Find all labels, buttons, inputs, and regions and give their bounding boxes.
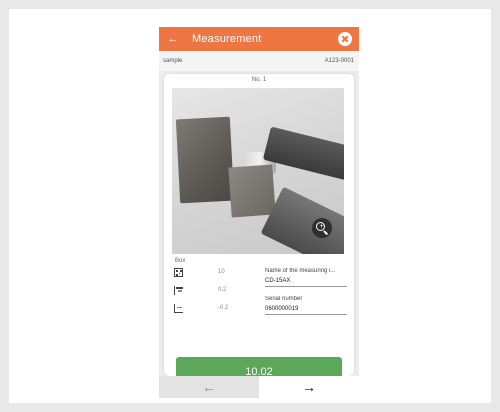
instrument-name-value[interactable]: CD-15AX [265, 278, 347, 287]
photo-anvil [228, 164, 276, 218]
serial-number-field[interactable]: Serial number 0600000019 [265, 296, 347, 315]
photo-caliper-jaw-upper [262, 126, 344, 189]
zoom-in-icon[interactable]: + [312, 218, 332, 238]
sample-id: A123-0001 [324, 58, 354, 64]
perpendicularity-icon [174, 304, 183, 313]
page-title: Measurement [192, 33, 262, 45]
measurement-card: No. 1 + Box 10 0.2 -0.2 Name of the meas… [164, 74, 354, 387]
back-arrow-icon[interactable]: ← [166, 31, 180, 47]
arrow-left-icon: ← [202, 379, 216, 395]
row-value: -0.2 [218, 305, 229, 311]
row-perpendicularity: -0.2 [174, 304, 264, 316]
phone-screen: ← Measurement sample A123-0001 No. 1 + B… [159, 27, 359, 398]
serial-number-value[interactable]: 0600000019 [265, 306, 347, 315]
qr-code-icon [174, 268, 183, 277]
measurement-photo[interactable]: + [172, 88, 344, 254]
instrument-name-field[interactable]: Name of the measuring i... CD-15AX [265, 268, 347, 287]
photo-gauge-block [175, 116, 235, 204]
app-bar: ← Measurement [159, 27, 359, 51]
next-button[interactable]: → [259, 376, 359, 398]
instrument-name-label: Name of the measuring i... [265, 268, 336, 274]
zoom-plus: + [319, 223, 324, 230]
row-value: 0.2 [218, 287, 227, 293]
row-qr: 10 [174, 268, 264, 280]
box-label: Box [175, 258, 186, 264]
close-icon[interactable] [338, 32, 352, 46]
flatness-icon [174, 286, 183, 295]
arrow-right-icon: → [302, 379, 316, 395]
sample-label: sample [163, 58, 183, 64]
previous-button[interactable]: ← [159, 376, 259, 398]
zoom-handle [323, 230, 329, 235]
info-bar: sample A123-0001 [159, 51, 359, 71]
row-flatness: 0.2 [174, 286, 264, 298]
bottom-navigation: ← → [159, 376, 359, 398]
serial-number-label: Serial number [265, 296, 303, 302]
measurement-number: No. 1 [251, 77, 267, 83]
row-value: 10 [218, 269, 225, 275]
